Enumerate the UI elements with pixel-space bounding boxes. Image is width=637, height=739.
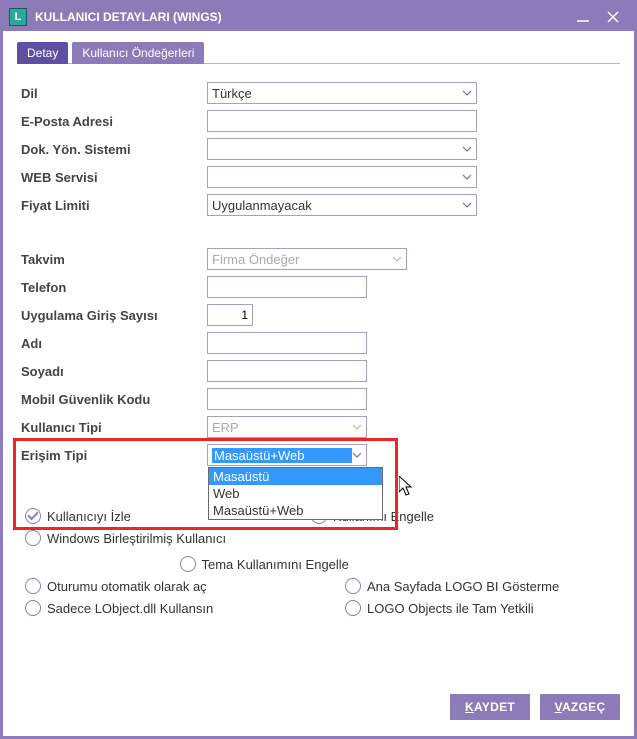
chevron-down-icon <box>462 144 472 154</box>
adi-label: Adı <box>17 336 207 351</box>
window-root: L KULLANICI DETAYLARI (WINGS) Detay Kull… <box>0 0 637 739</box>
check-logoobj[interactable]: LOGO Objects ile Tam Yetkili <box>345 600 534 616</box>
dys-select[interactable] <box>207 138 477 160</box>
close-icon <box>606 10 620 24</box>
tab-detail[interactable]: Detay <box>17 42 68 64</box>
check-tema[interactable]: Tema Kullanımını Engelle <box>180 556 349 572</box>
checkbox-icon <box>180 556 196 572</box>
check-windows-label: Windows Birleştirilmiş Kullanıcı <box>47 531 226 546</box>
dil-value: Türkçe <box>212 86 252 101</box>
erisim-option-masaustuweb[interactable]: Masaüstü+Web <box>209 502 382 519</box>
takvim-select[interactable]: Firma Öndeğer <box>207 248 407 270</box>
checkbox-area: Kullanıcıyı İzle Kullanımı Engelle Windo… <box>17 508 620 616</box>
checkbox-icon <box>25 530 41 546</box>
erisim-select[interactable]: Masaüstü+Web Masaüstü Web Masaüstü+Web <box>207 444 367 466</box>
chevron-down-icon <box>462 88 472 98</box>
check-logobi[interactable]: Ana Sayfada LOGO BI Gösterme <box>345 578 559 594</box>
close-button[interactable] <box>598 7 628 27</box>
mobil-input[interactable] <box>207 388 367 410</box>
giris-label: Uygulama Giriş Sayısı <box>17 308 207 323</box>
tel-input[interactable] <box>207 276 367 298</box>
save-button[interactable]: KAYDET <box>450 694 530 720</box>
footer: KAYDET VAZGEÇ <box>17 690 620 722</box>
checkbox-icon <box>345 578 361 594</box>
chevron-down-icon <box>462 200 472 210</box>
dys-label: Dok. Yön. Sistemi <box>17 142 207 157</box>
form-body: Dil Türkçe E-Posta Adresi Dok. Yön. Sist… <box>17 64 620 690</box>
checkbox-icon <box>345 600 361 616</box>
chevron-down-icon <box>352 422 362 432</box>
check-logobi-label: Ana Sayfada LOGO BI Gösterme <box>367 579 559 594</box>
web-label: WEB Servisi <box>17 170 207 185</box>
eposta-label: E-Posta Adresi <box>17 114 207 129</box>
adi-input[interactable] <box>207 332 367 354</box>
titlebar: L KULLANICI DETAYLARI (WINGS) <box>3 3 634 31</box>
check-logoobj-label: LOGO Objects ile Tam Yetkili <box>367 601 534 616</box>
dil-select[interactable]: Türkçe <box>207 82 477 104</box>
kullanici-tipi-label: Kullanıcı Tipi <box>17 420 207 435</box>
app-icon: L <box>9 8 27 26</box>
check-windows[interactable]: Windows Birleştirilmiş Kullanıcı <box>25 530 226 546</box>
tab-bar: Detay Kullanıcı Öndeğerleri <box>17 41 620 64</box>
takvim-label: Takvim <box>17 252 207 267</box>
kullanici-tipi-value: ERP <box>212 420 239 435</box>
chevron-down-icon <box>392 254 402 264</box>
checkbox-icon <box>25 578 41 594</box>
minimize-button[interactable] <box>568 7 598 27</box>
cancel-button[interactable]: VAZGEÇ <box>540 694 620 720</box>
erisim-dropdown[interactable]: Masaüstü Web Masaüstü+Web <box>208 467 383 520</box>
tel-label: Telefon <box>17 280 207 295</box>
check-oturum-label: Oturumu otomatik olarak aç <box>47 579 207 594</box>
erisim-selected-value: Masaüstü+Web <box>212 448 352 463</box>
cursor-icon <box>399 476 415 501</box>
check-sadece-label: Sadece LObject.dll Kullansın <box>47 601 213 616</box>
minimize-icon <box>576 10 590 24</box>
check-izle-label: Kullanıcıyı İzle <box>47 509 131 524</box>
fiyat-value: Uygulanmayacak <box>212 198 312 213</box>
check-tema-label: Tema Kullanımını Engelle <box>202 557 349 572</box>
erisim-label: Erişim Tipi <box>17 448 207 463</box>
dil-label: Dil <box>17 86 207 101</box>
web-select[interactable] <box>207 166 477 188</box>
mobil-label: Mobil Güvenlik Kodu <box>17 392 207 407</box>
chevron-down-icon <box>352 450 362 460</box>
checkbox-icon <box>25 508 41 524</box>
takvim-value: Firma Öndeğer <box>212 252 299 267</box>
eposta-input[interactable] <box>207 110 477 132</box>
kullanici-tipi-select[interactable]: ERP <box>207 416 367 438</box>
erisim-option-masaustu[interactable]: Masaüstü <box>209 468 382 485</box>
check-izle[interactable]: Kullanıcıyı İzle <box>25 508 131 524</box>
fiyat-label: Fiyat Limiti <box>17 198 207 213</box>
checkbox-icon <box>25 600 41 616</box>
check-oturum[interactable]: Oturumu otomatik olarak aç <box>25 578 315 594</box>
chevron-down-icon <box>462 172 472 182</box>
giris-input[interactable] <box>207 304 253 326</box>
soyadi-label: Soyadı <box>17 364 207 379</box>
check-sadece[interactable]: Sadece LObject.dll Kullansın <box>25 600 315 616</box>
erisim-option-web[interactable]: Web <box>209 485 382 502</box>
tab-defaults[interactable]: Kullanıcı Öndeğerleri <box>72 42 204 64</box>
fiyat-select[interactable]: Uygulanmayacak <box>207 194 477 216</box>
window-title: KULLANICI DETAYLARI (WINGS) <box>35 10 222 24</box>
content-area: Detay Kullanıcı Öndeğerleri Dil Türkçe E… <box>3 31 634 736</box>
soyadi-input[interactable] <box>207 360 367 382</box>
